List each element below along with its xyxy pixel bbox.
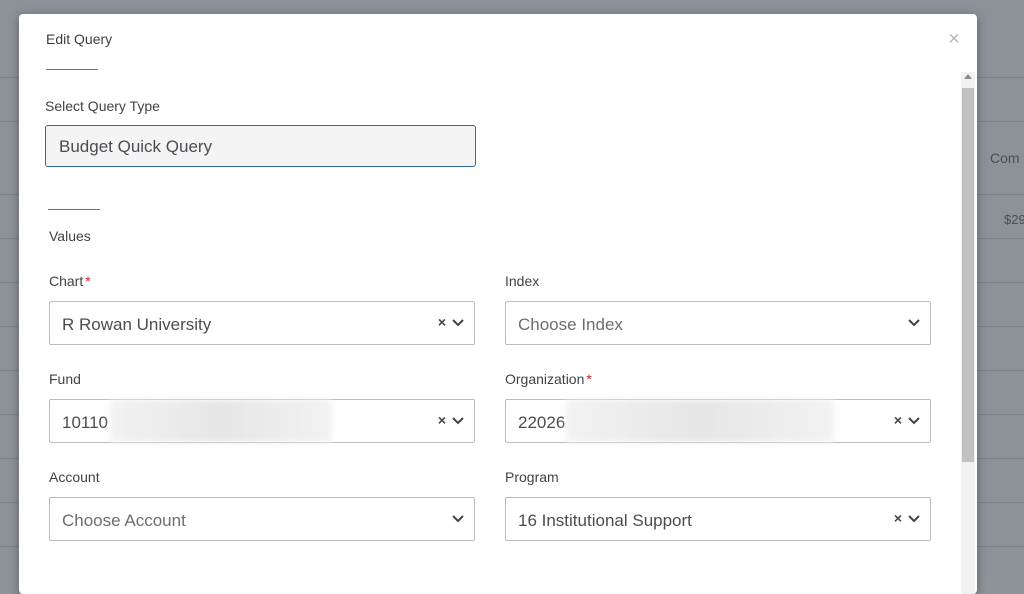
chart-value: R Rowan University xyxy=(62,315,212,334)
query-type-value: Budget Quick Query xyxy=(59,137,213,156)
fund-label: Fund xyxy=(49,371,81,387)
clear-icon[interactable]: × xyxy=(894,510,902,526)
modal-scrollbar[interactable] xyxy=(961,72,975,594)
chevron-down-icon[interactable] xyxy=(908,416,920,426)
fund-select[interactable]: 10110 × xyxy=(49,399,475,443)
clear-icon[interactable]: × xyxy=(438,314,446,330)
account-placeholder: Choose Account xyxy=(62,511,186,530)
clear-icon[interactable]: × xyxy=(894,412,902,428)
organization-label: Organization * xyxy=(505,371,592,387)
query-type-label: Select Query Type xyxy=(45,98,160,114)
index-placeholder: Choose Index xyxy=(518,315,623,334)
program-value: 16 Institutional Support xyxy=(518,511,692,530)
organization-label-text: Organization xyxy=(505,371,585,387)
organization-select[interactable]: 22026 × xyxy=(505,399,931,443)
modal-title: Edit Query xyxy=(46,31,113,47)
account-select[interactable]: Choose Account xyxy=(49,497,475,541)
chevron-down-icon[interactable] xyxy=(452,416,464,426)
bg-cell-value: $29 xyxy=(1004,212,1024,227)
required-marker: * xyxy=(586,371,592,387)
chevron-down-icon[interactable] xyxy=(452,514,464,524)
chart-label: Chart * xyxy=(49,273,91,289)
close-icon[interactable]: × xyxy=(944,29,964,49)
chevron-down-icon[interactable] xyxy=(452,318,464,328)
values-divider xyxy=(48,209,100,210)
organization-value: 22026 xyxy=(518,413,566,432)
bg-column-header: Com xyxy=(990,150,1020,166)
clear-icon[interactable]: × xyxy=(438,412,446,428)
chart-label-text: Chart xyxy=(49,273,84,289)
index-select[interactable]: Choose Index xyxy=(505,301,931,345)
program-select[interactable]: 16 Institutional Support × xyxy=(505,497,931,541)
required-marker: * xyxy=(85,273,91,289)
account-label: Account xyxy=(49,469,100,485)
edit-query-modal: Edit Query × Select Query Type Budget Qu… xyxy=(19,14,977,594)
redacted-text xyxy=(566,400,834,442)
title-underline xyxy=(46,69,98,70)
scrollbar-thumb[interactable] xyxy=(962,88,974,462)
chevron-down-icon[interactable] xyxy=(908,318,920,328)
values-heading: Values xyxy=(49,228,91,244)
chevron-down-icon[interactable] xyxy=(908,514,920,524)
fund-value: 10110 xyxy=(62,413,109,432)
redacted-text xyxy=(110,400,332,442)
index-label: Index xyxy=(505,273,540,289)
chart-select[interactable]: R Rowan University × xyxy=(49,301,475,345)
query-type-input[interactable]: Budget Quick Query xyxy=(45,125,476,167)
program-label: Program xyxy=(505,469,559,485)
scroll-up-arrow-icon[interactable] xyxy=(964,74,972,79)
